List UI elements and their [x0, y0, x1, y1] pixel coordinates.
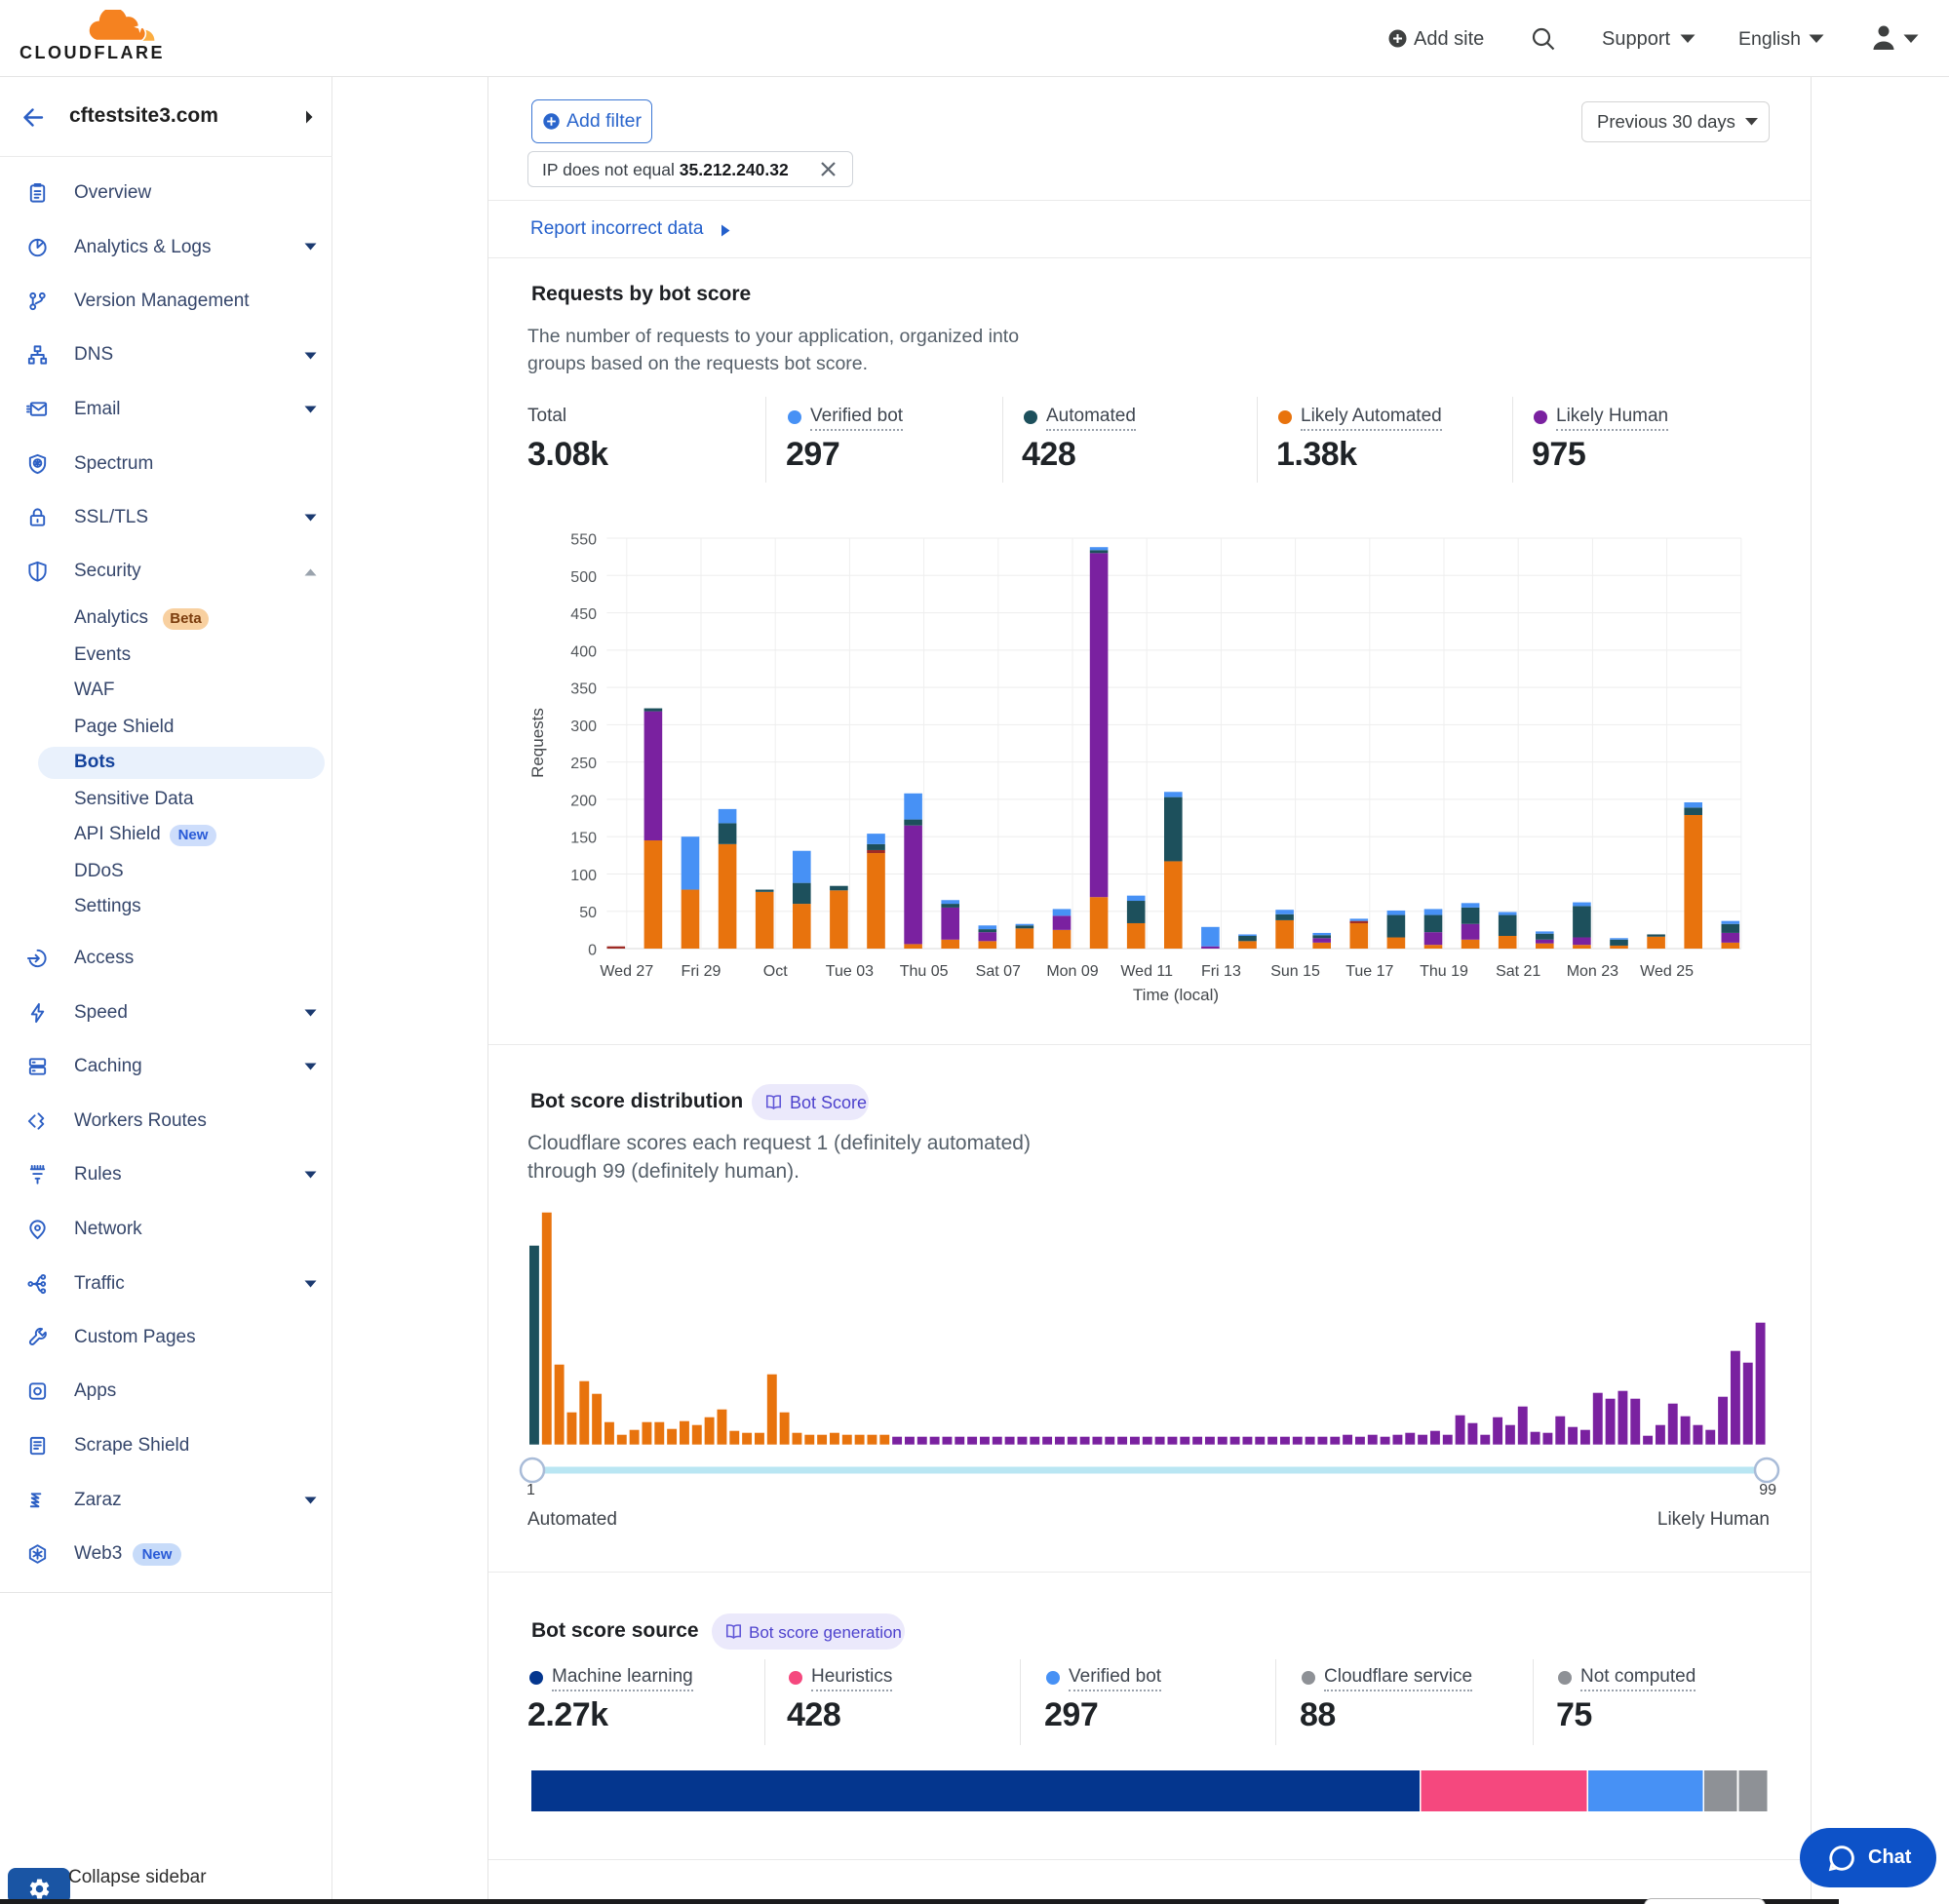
- svg-text:Requests: Requests: [528, 708, 547, 778]
- svg-text:100: 100: [570, 868, 597, 884]
- svg-text:Wed 11: Wed 11: [1120, 963, 1173, 980]
- svg-text:Fri 13: Fri 13: [1201, 963, 1241, 980]
- svg-text:Tue 17: Tue 17: [1345, 963, 1393, 980]
- svg-text:300: 300: [570, 719, 597, 735]
- svg-text:Thu 19: Thu 19: [1420, 963, 1468, 980]
- svg-text:Wed 27: Wed 27: [600, 963, 653, 980]
- svg-text:0: 0: [588, 943, 597, 959]
- svg-text:Sun 15: Sun 15: [1270, 963, 1320, 980]
- svg-text:Time (local): Time (local): [1133, 986, 1219, 1004]
- svg-text:350: 350: [570, 681, 597, 698]
- svg-text:400: 400: [570, 643, 597, 660]
- svg-text:Thu 05: Thu 05: [900, 963, 949, 980]
- svg-text:250: 250: [570, 756, 597, 772]
- svg-text:Mon 09: Mon 09: [1046, 963, 1098, 980]
- svg-text:Oct: Oct: [763, 963, 788, 980]
- svg-text:550: 550: [570, 532, 597, 549]
- svg-text:50: 50: [579, 905, 597, 921]
- svg-text:150: 150: [570, 831, 597, 847]
- svg-text:200: 200: [570, 793, 597, 809]
- svg-text:Sat 21: Sat 21: [1496, 963, 1540, 980]
- svg-text:Wed 25: Wed 25: [1640, 963, 1694, 980]
- svg-text:500: 500: [570, 569, 597, 586]
- svg-text:Fri 29: Fri 29: [682, 963, 721, 980]
- svg-text:Sat 07: Sat 07: [976, 963, 1021, 980]
- svg-text:450: 450: [570, 606, 597, 623]
- svg-text:Tue 03: Tue 03: [826, 963, 874, 980]
- svg-text:Mon 23: Mon 23: [1567, 963, 1618, 980]
